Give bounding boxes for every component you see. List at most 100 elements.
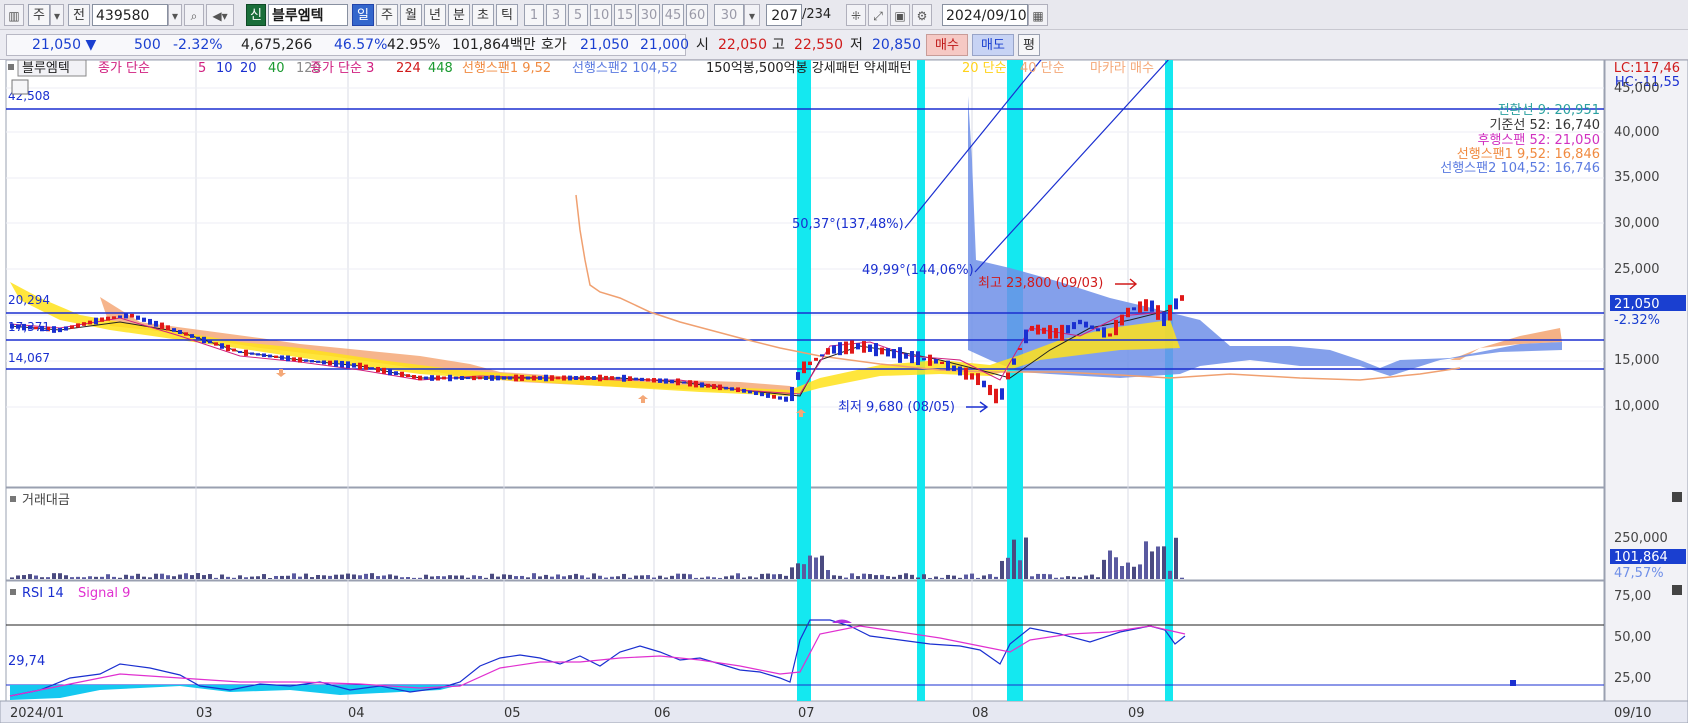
save-icon[interactable]: ▣ [890, 4, 910, 26]
search-icon[interactable]: ⌕ [184, 4, 204, 26]
count-input[interactable]: 207 [766, 4, 802, 26]
date-input[interactable]: 2024/09/10 [942, 4, 1028, 26]
chevron-down-icon[interactable]: ▾ [50, 4, 64, 26]
volume-bar [424, 574, 428, 579]
candle [178, 330, 182, 334]
volume-bar [400, 577, 404, 579]
period-minute-button[interactable]: 분 [448, 4, 470, 26]
candle [214, 342, 218, 346]
candle [832, 345, 836, 354]
candle [286, 355, 290, 362]
candle [586, 376, 590, 380]
volume-bar [106, 574, 110, 579]
candle [484, 376, 488, 380]
candle [346, 361, 350, 369]
volume-bar [520, 575, 524, 579]
candle [430, 375, 434, 381]
calculator-icon[interactable] [11, 79, 29, 95]
volume-bar [688, 574, 692, 579]
rsi-marker [1510, 680, 1516, 686]
candle [976, 373, 980, 386]
crosshair-icon[interactable]: ⁜ [846, 4, 866, 26]
quote-amount: 101,864백만 [452, 37, 536, 53]
span2-label: 선행스팬2 104,52: 16,746 [1440, 160, 1600, 176]
candle [856, 343, 860, 350]
stock-name-field[interactable]: 블루엠텍 [268, 4, 348, 26]
volume-bar [1162, 546, 1166, 579]
candle [1060, 324, 1064, 341]
period-type-select[interactable]: 주 [28, 4, 50, 26]
close-icon[interactable] [1672, 585, 1682, 595]
minute-15-button[interactable]: 15 [614, 4, 636, 26]
period-year-button[interactable]: 년 [424, 4, 446, 26]
candle [670, 379, 674, 384]
gear-icon[interactable]: ⚙ [912, 4, 932, 26]
candle [664, 378, 668, 384]
candle [922, 358, 926, 361]
period-month-button[interactable]: 월 [400, 4, 422, 26]
candle [274, 355, 278, 359]
price-tick: 30,000 [1614, 216, 1660, 231]
candle [304, 359, 308, 362]
volume-bar [118, 577, 122, 579]
volume-bar [442, 576, 446, 579]
volume-panel-title: 거래대금 [22, 493, 70, 508]
current-price: 21,050 [1614, 297, 1660, 312]
rsi-tick: 25,00 [1614, 671, 1651, 686]
prev-button[interactable]: 전 [68, 4, 90, 26]
speaker-icon[interactable]: ◀▾ [206, 4, 234, 26]
candle [424, 376, 428, 380]
stock-code-input[interactable]: 439580 [92, 4, 168, 26]
volume-pct: 47,57% [1614, 566, 1664, 581]
volume-bar [700, 577, 704, 579]
candle [862, 341, 866, 353]
candle [64, 326, 68, 331]
chart-area[interactable]: 42,508 20,294 17,371 14,067 50,37°(137,4… [0, 54, 1688, 724]
candle [358, 362, 362, 370]
minute-5-button[interactable]: 5 [568, 4, 588, 26]
high-price: 22,550 [794, 37, 843, 53]
period-week-button[interactable]: 주 [376, 4, 398, 26]
volume-bar [22, 575, 26, 579]
volume-bar [238, 575, 242, 579]
volume-bar [838, 575, 842, 579]
price-tick: 10,000 [1614, 399, 1660, 414]
volume-bar [364, 573, 368, 579]
volume-bar [580, 575, 584, 579]
minute-1-button[interactable]: 1 [524, 4, 544, 26]
chevron-down-icon[interactable]: ▾ [744, 4, 760, 26]
candle [1066, 325, 1070, 334]
candle [682, 381, 686, 384]
rsi-tick: 50,00 [1614, 630, 1651, 645]
volume-bar [736, 573, 740, 579]
volume-bar [1132, 566, 1136, 579]
calendar-icon[interactable]: ▦ [1028, 4, 1048, 26]
minute-45-button[interactable]: 45 [662, 4, 684, 26]
minute-60-button[interactable]: 60 [686, 4, 708, 26]
chevron-down-icon[interactable]: ▾ [168, 4, 182, 26]
volume-bar [1180, 577, 1184, 579]
period-day-button[interactable]: 일 [352, 4, 374, 26]
volume-bar [1066, 576, 1070, 579]
trendline-icon[interactable]: ⤢ [868, 4, 888, 26]
volume-bar [394, 575, 398, 579]
layout-icon[interactable]: ▥ [4, 4, 24, 26]
candle [280, 355, 284, 360]
price-tick: 25,000 [1614, 262, 1660, 277]
candle [184, 332, 188, 336]
period-second-button[interactable]: 초 [472, 4, 494, 26]
volume-bar [568, 575, 572, 579]
minute-3-button[interactable]: 3 [546, 4, 566, 26]
candle [472, 375, 476, 381]
chart-svg[interactable]: 42,508 20,294 17,371 14,067 50,37°(137,4… [0, 54, 1688, 724]
minute-10-button[interactable]: 10 [590, 4, 612, 26]
period-tick-button[interactable]: 틱 [496, 4, 518, 26]
sell-button[interactable]: 매도 [972, 34, 1014, 56]
buy-button[interactable]: 매수 [926, 34, 968, 56]
volume-bar [646, 575, 650, 579]
minute-30-button[interactable]: 30 [638, 4, 660, 26]
minute-custom-select[interactable]: 30 [714, 4, 744, 26]
close-icon[interactable] [1672, 492, 1682, 502]
eval-button[interactable]: 평 [1018, 34, 1040, 56]
time-axis-bg [0, 700, 1688, 724]
